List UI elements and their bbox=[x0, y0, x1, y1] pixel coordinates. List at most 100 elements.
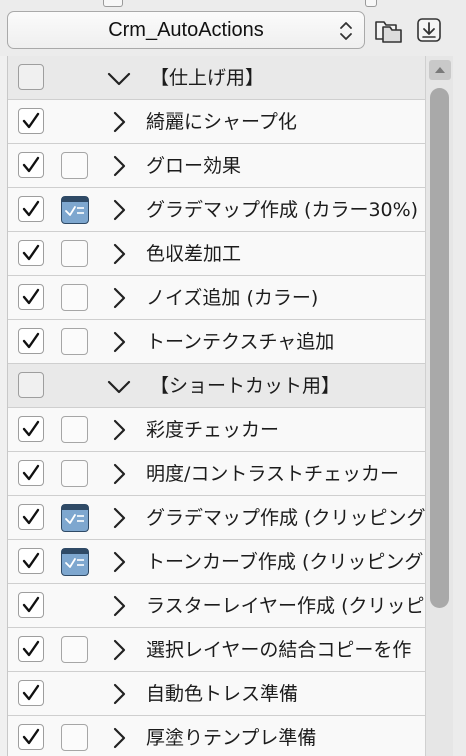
chevron-right-icon[interactable] bbox=[108, 198, 130, 222]
folder-duplicate-button[interactable] bbox=[374, 15, 404, 45]
action-row[interactable]: 選択レイヤーの結合コピーを作 bbox=[8, 628, 426, 672]
action-row[interactable]: 厚塗りテンプレ準備 bbox=[8, 716, 426, 756]
dialog-checkbox[interactable] bbox=[61, 416, 88, 443]
action-set-select-value: Crm_AutoActions bbox=[108, 18, 264, 41]
toolbar-top-tab bbox=[103, 0, 123, 7]
import-button[interactable] bbox=[414, 15, 444, 45]
checkmark-icon bbox=[22, 728, 40, 745]
checkmark-icon bbox=[22, 596, 40, 613]
vertical-scrollbar[interactable] bbox=[425, 56, 454, 756]
chevron-right-icon[interactable] bbox=[108, 550, 130, 574]
action-label: 色収差加工 bbox=[146, 243, 242, 265]
enable-checkbox[interactable] bbox=[18, 636, 44, 662]
enable-checkbox[interactable] bbox=[18, 460, 44, 486]
action-set-select[interactable]: Crm_AutoActions bbox=[7, 11, 365, 49]
action-label: 綺麗にシャープ化 bbox=[146, 111, 297, 133]
action-row[interactable]: 色収差加工 bbox=[8, 232, 426, 276]
triangle-up-icon bbox=[435, 67, 445, 73]
dialog-toggle-icon[interactable] bbox=[61, 504, 89, 532]
enable-checkbox[interactable] bbox=[18, 724, 44, 750]
chevron-down-icon[interactable] bbox=[106, 66, 132, 90]
dialog-checkbox[interactable] bbox=[61, 460, 88, 487]
action-label: 自動色トレス準備 bbox=[146, 683, 299, 705]
enable-checkbox[interactable] bbox=[18, 328, 44, 354]
dialog-checkbox[interactable] bbox=[61, 152, 88, 179]
action-row[interactable]: ノイズ追加 (カラー) bbox=[8, 276, 426, 320]
scroll-up-button[interactable] bbox=[429, 60, 451, 80]
dialog-checkbox[interactable] bbox=[61, 284, 88, 311]
action-label: 彩度チェッカー bbox=[146, 419, 280, 441]
chevron-right-icon[interactable] bbox=[108, 462, 130, 486]
checkmark-icon bbox=[22, 684, 40, 701]
checkmark-icon bbox=[22, 156, 40, 173]
checkmark-icon bbox=[22, 552, 40, 569]
action-row[interactable]: 彩度チェッカー bbox=[8, 408, 426, 452]
dialog-titlebar bbox=[62, 549, 88, 554]
action-label: 選択レイヤーの結合コピーを作 bbox=[146, 639, 412, 661]
chevron-right-icon[interactable] bbox=[108, 418, 130, 442]
chevron-up-down-icon bbox=[340, 22, 352, 40]
chevron-right-icon[interactable] bbox=[108, 638, 130, 662]
folder-duplicate-icon bbox=[375, 21, 402, 43]
checkmark-icon bbox=[22, 200, 40, 217]
action-row[interactable]: ラスターレイヤー作成 (クリッピ bbox=[8, 584, 426, 628]
chevron-right-icon[interactable] bbox=[108, 330, 130, 354]
dialog-checkbox[interactable] bbox=[61, 636, 88, 663]
enable-checkbox[interactable] bbox=[18, 416, 44, 442]
chevron-right-icon[interactable] bbox=[108, 726, 130, 750]
enable-checkbox[interactable] bbox=[18, 372, 44, 398]
action-row[interactable]: グロー効果 bbox=[8, 144, 426, 188]
action-label: トーンテクスチャ追加 bbox=[146, 331, 335, 353]
action-group-row[interactable]: 【仕上げ用】 bbox=[8, 56, 426, 100]
action-row[interactable]: トーンテクスチャ追加 bbox=[8, 320, 426, 364]
dialog-check-icon bbox=[65, 514, 84, 524]
dialog-checkbox[interactable] bbox=[61, 328, 88, 355]
enable-checkbox[interactable] bbox=[18, 284, 44, 310]
action-label: ラスターレイヤー作成 (クリッピ bbox=[146, 595, 425, 617]
chevron-right-icon[interactable] bbox=[108, 286, 130, 310]
checkmark-icon bbox=[22, 508, 40, 525]
checkmark-icon bbox=[22, 420, 40, 437]
action-list: 【仕上げ用】綺麗にシャープ化 グロー効果グラデマップ作成 (カラー30%) 色収差加… bbox=[7, 56, 426, 756]
action-label: トーンカーブ作成 (クリッピング bbox=[146, 551, 424, 573]
checkmark-icon bbox=[22, 332, 40, 349]
chevron-right-icon[interactable] bbox=[108, 506, 130, 530]
action-toolbar: Crm_AutoActions bbox=[0, 0, 466, 56]
enable-checkbox[interactable] bbox=[18, 152, 44, 178]
action-row[interactable]: 自動色トレス準備 bbox=[8, 672, 426, 716]
action-row[interactable]: 綺麗にシャープ化 bbox=[8, 100, 426, 144]
dialog-titlebar bbox=[62, 505, 88, 510]
action-label: グロー効果 bbox=[146, 155, 242, 177]
toolbar-top-tab bbox=[365, 0, 377, 7]
action-row[interactable]: 明度/コントラストチェッカー bbox=[8, 452, 426, 496]
dialog-checkbox[interactable] bbox=[61, 724, 88, 751]
action-group-row[interactable]: 【ショートカット用】 bbox=[8, 364, 426, 408]
enable-checkbox[interactable] bbox=[18, 64, 44, 90]
enable-checkbox[interactable] bbox=[18, 592, 44, 618]
dialog-toggle-icon[interactable] bbox=[61, 548, 89, 576]
enable-checkbox[interactable] bbox=[18, 108, 44, 134]
action-label: 厚塗りテンプレ準備 bbox=[146, 727, 317, 749]
enable-checkbox[interactable] bbox=[18, 680, 44, 706]
action-row[interactable]: グラデマップ作成 (カラー30%) bbox=[8, 188, 426, 232]
panel-edge bbox=[453, 56, 466, 756]
dialog-toggle-icon[interactable] bbox=[61, 196, 89, 224]
chevron-right-icon[interactable] bbox=[108, 682, 130, 706]
chevron-right-icon[interactable] bbox=[108, 154, 130, 178]
enable-checkbox[interactable] bbox=[18, 196, 44, 222]
action-group-label: 【ショートカット用】 bbox=[150, 375, 341, 397]
chevron-right-icon[interactable] bbox=[108, 110, 130, 134]
enable-checkbox[interactable] bbox=[18, 240, 44, 266]
action-label: グラデマップ作成 (カラー30%) bbox=[146, 199, 419, 221]
dialog-checkbox[interactable] bbox=[61, 240, 88, 267]
chevron-right-icon[interactable] bbox=[108, 242, 130, 266]
scrollbar-thumb[interactable] bbox=[430, 88, 449, 608]
enable-checkbox[interactable] bbox=[18, 548, 44, 574]
chevron-down-icon[interactable] bbox=[106, 374, 132, 398]
enable-checkbox[interactable] bbox=[18, 504, 44, 530]
checkmark-icon bbox=[22, 464, 40, 481]
checkmark-icon bbox=[22, 640, 40, 657]
action-row[interactable]: グラデマップ作成 (クリッピング bbox=[8, 496, 426, 540]
chevron-right-icon[interactable] bbox=[108, 594, 130, 618]
action-row[interactable]: トーンカーブ作成 (クリッピング bbox=[8, 540, 426, 584]
